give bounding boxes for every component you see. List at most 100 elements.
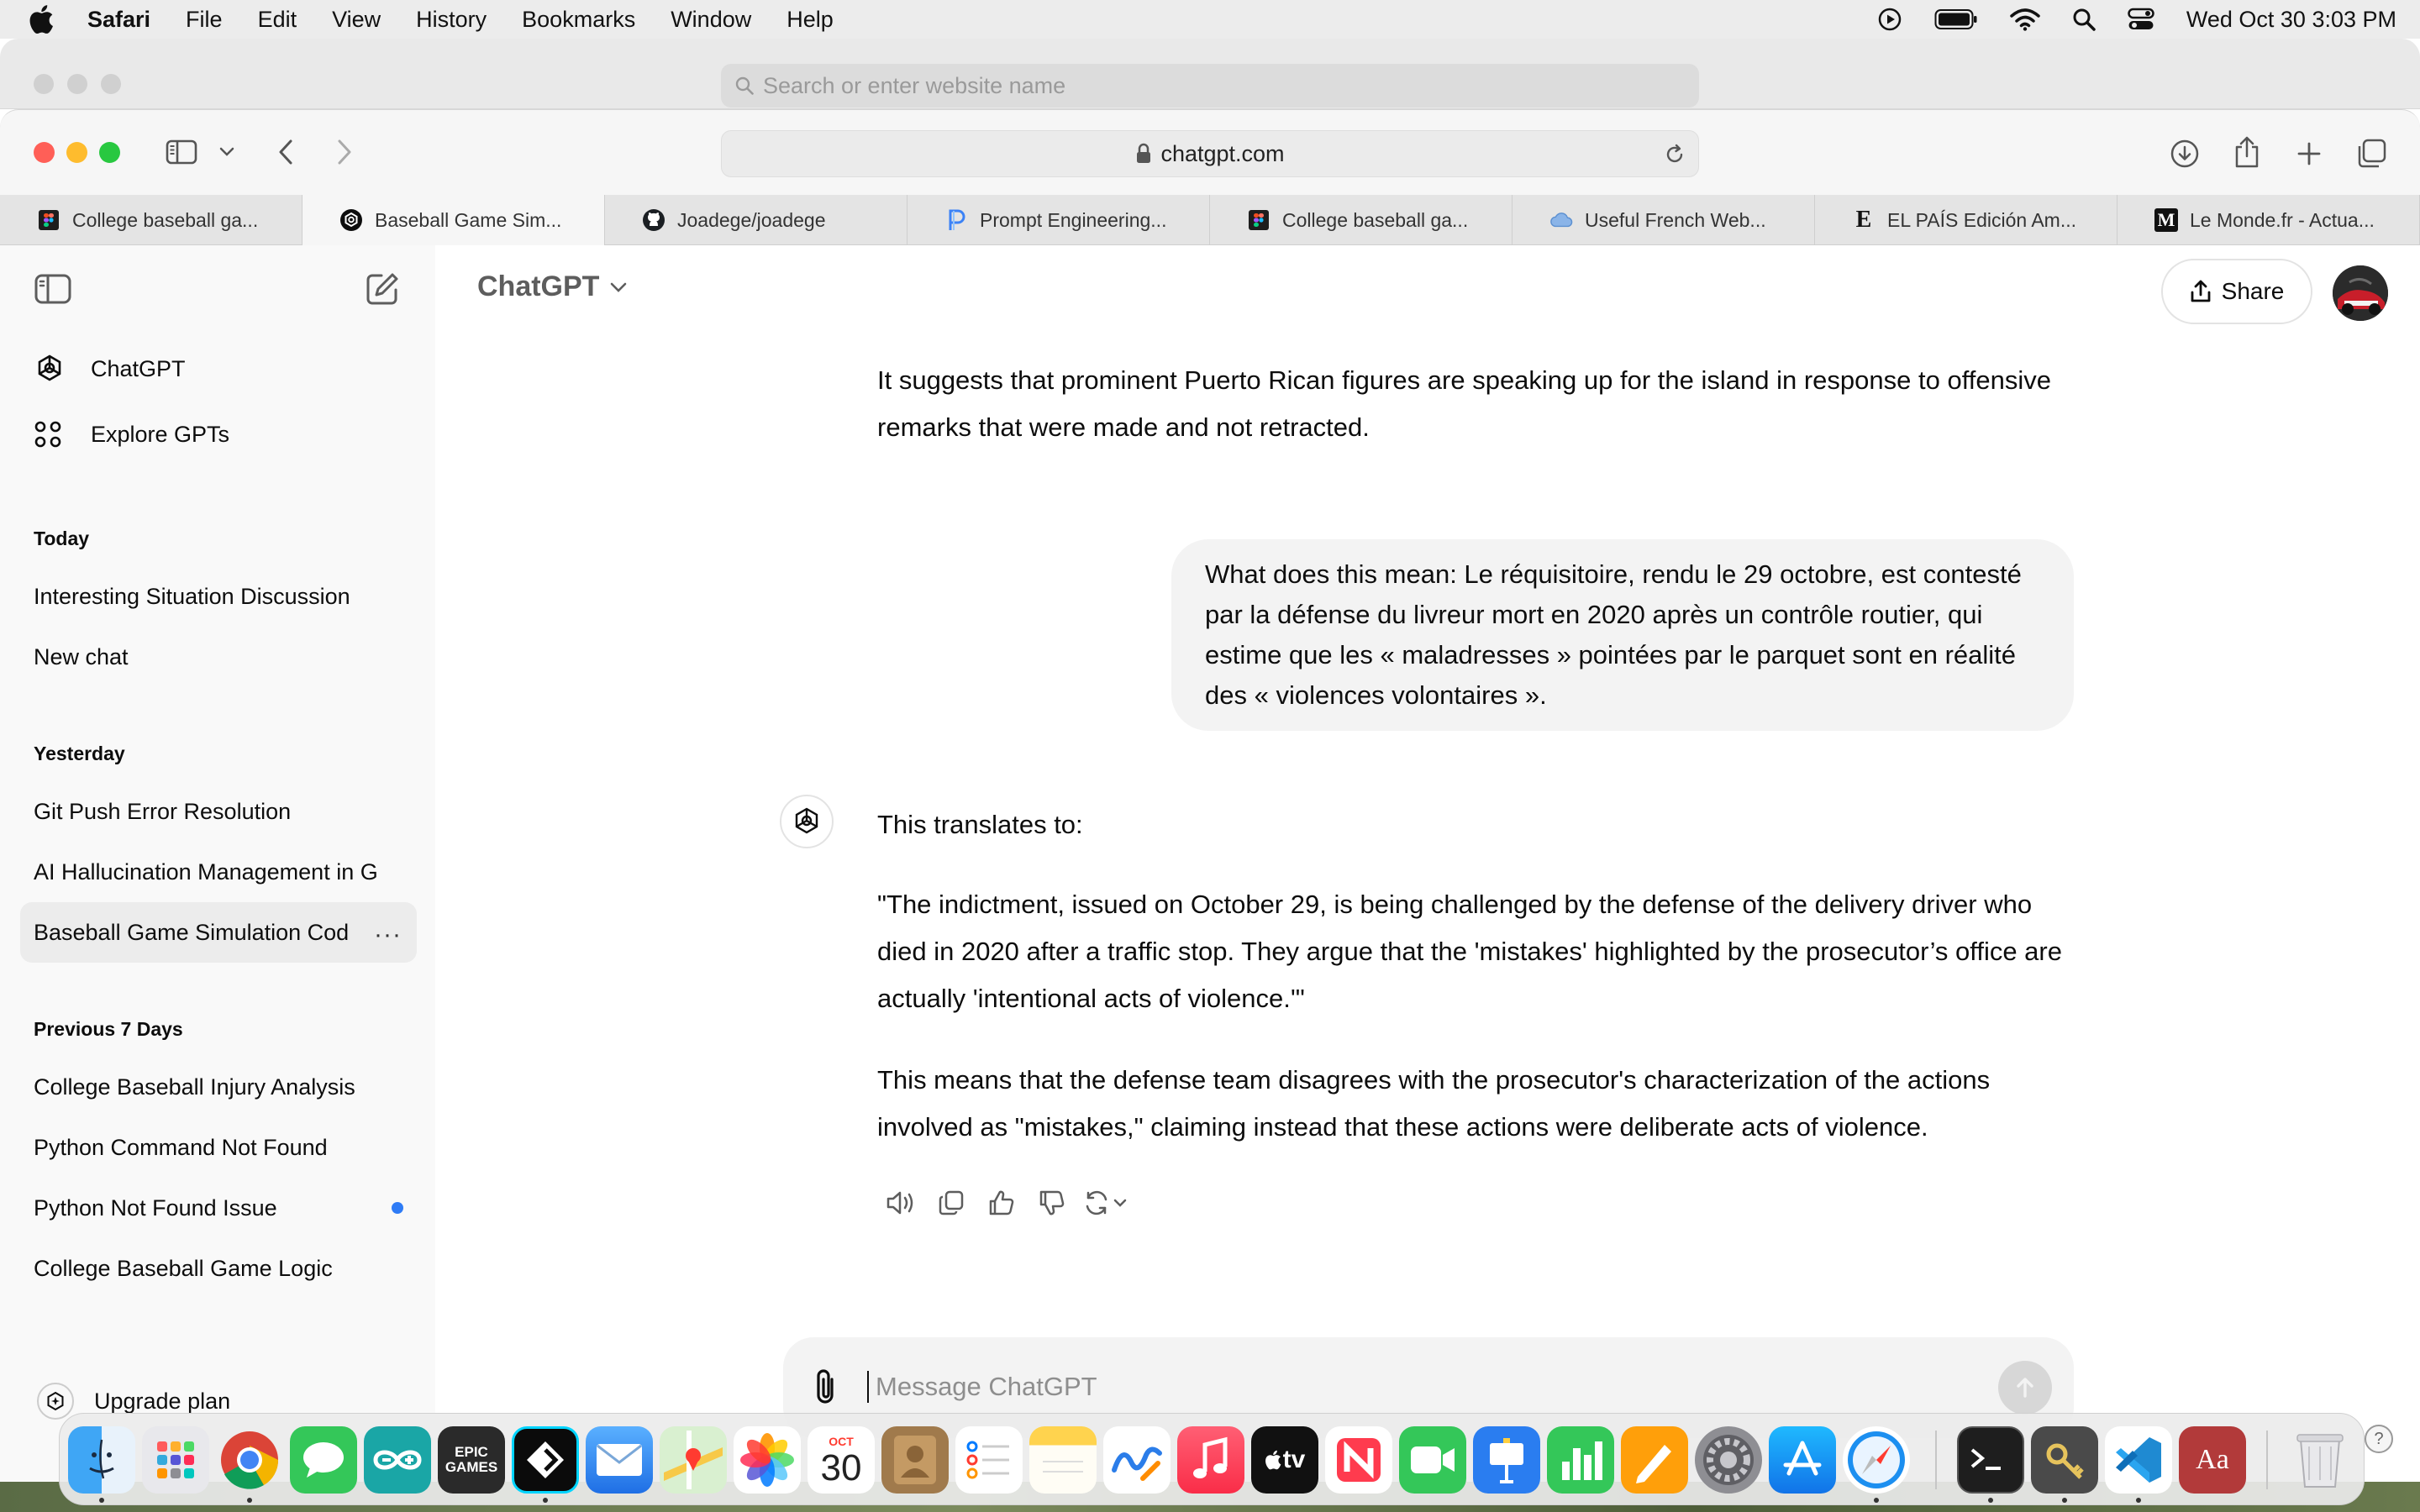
finder-icon[interactable] <box>68 1426 135 1494</box>
notes-icon[interactable] <box>1029 1426 1097 1494</box>
close-sidebar-icon[interactable] <box>32 270 74 307</box>
apple-menu-icon[interactable] <box>29 5 67 34</box>
zoom-window-icon[interactable] <box>99 142 120 163</box>
share-page-icon[interactable] <box>2228 132 2265 172</box>
model-selector[interactable]: ChatGPT <box>477 270 628 303</box>
tab-baseball-game-sim[interactable]: Baseball Game Sim... <box>302 195 605 245</box>
arduino-icon[interactable] <box>364 1426 431 1494</box>
apple-tv-icon[interactable]: tv <box>1251 1426 1318 1494</box>
trash-icon[interactable] <box>2286 1426 2354 1494</box>
spotlight-search-icon[interactable] <box>2072 8 2096 31</box>
numbers-icon[interactable] <box>1547 1426 1614 1494</box>
safari-icon[interactable] <box>1843 1426 1910 1494</box>
thumbs-up-icon[interactable] <box>976 1179 1027 1226</box>
keynote-icon[interactable] <box>1473 1426 1540 1494</box>
tab-college-baseball-1[interactable]: College baseball ga... <box>0 195 302 245</box>
attach-paperclip-icon[interactable] <box>812 1368 840 1410</box>
battery-icon[interactable] <box>1934 8 1978 30</box>
reload-icon[interactable] <box>1663 143 1686 172</box>
contacts-icon[interactable] <box>881 1426 949 1494</box>
menu-bar: Safari File Edit View History Bookmarks … <box>0 0 2420 39</box>
sidebar-nav-label: ChatGPT <box>91 355 186 381</box>
regenerate-icon[interactable] <box>1077 1179 1136 1226</box>
vscode-icon[interactable] <box>2105 1426 2172 1494</box>
freeform-icon[interactable] <box>1103 1426 1171 1494</box>
music-icon[interactable] <box>1177 1426 1244 1494</box>
chat-item-active[interactable]: Baseball Game Simulation Cod ··· <box>20 902 417 963</box>
app-store-icon[interactable] <box>1769 1426 1836 1494</box>
menu-history[interactable]: History <box>416 7 487 33</box>
copy-icon[interactable] <box>926 1179 976 1226</box>
menu-clock[interactable]: Wed Oct 30 3:03 PM <box>2186 7 2396 33</box>
facetime-icon[interactable] <box>1399 1426 1466 1494</box>
tab-el-pais[interactable]: E EL PAÍS Edición Am... <box>1815 195 2118 245</box>
tab-overview-icon[interactable] <box>2353 135 2390 172</box>
share-button[interactable]: Share <box>2161 259 2312 324</box>
chat-item[interactable]: Interesting Situation Discussion <box>20 566 417 627</box>
minimize-window-icon[interactable] <box>66 142 87 163</box>
read-aloud-icon[interactable] <box>876 1179 926 1226</box>
dictionary-icon[interactable]: Aa <box>2179 1426 2246 1494</box>
send-button[interactable] <box>1998 1361 2052 1415</box>
vectorworks-icon[interactable] <box>512 1426 579 1494</box>
user-avatar[interactable] <box>2333 265 2388 321</box>
tab-label: Baseball Game Sim... <box>375 208 562 231</box>
sidebar-nav-chatgpt[interactable]: ChatGPT <box>34 353 186 385</box>
menu-view[interactable]: View <box>332 7 381 33</box>
media-play-icon[interactable] <box>1877 7 1902 32</box>
background-search-field[interactable]: Search or enter website name <box>721 64 1699 108</box>
messages-icon[interactable] <box>290 1426 357 1494</box>
chat-item[interactable]: New chat <box>20 627 417 687</box>
mail-icon[interactable] <box>586 1426 653 1494</box>
close-window-icon[interactable] <box>34 142 55 163</box>
chat-item-label: Git Push Error Resolution <box>34 798 292 824</box>
chat-item[interactable]: AI Hallucination Management in G <box>20 842 417 902</box>
menu-window[interactable]: Window <box>671 7 751 33</box>
chrome-icon[interactable] <box>216 1426 283 1494</box>
sidebar-nav-explore-gpts[interactable]: Explore GPTs <box>34 420 229 449</box>
maps-icon[interactable] <box>660 1426 727 1494</box>
help-icon[interactable]: ? <box>2365 1425 2393 1453</box>
menu-bookmarks[interactable]: Bookmarks <box>522 7 635 33</box>
pages-icon[interactable] <box>1621 1426 1688 1494</box>
calendar-icon[interactable]: OCT 30 <box>808 1426 875 1494</box>
news-icon[interactable] <box>1325 1426 1392 1494</box>
chat-item[interactable]: Python Not Found Issue <box>20 1178 417 1238</box>
tab-le-monde[interactable]: M Le Monde.fr - Actua... <box>2118 195 2420 245</box>
openai-logo-icon <box>34 353 74 385</box>
menu-help[interactable]: Help <box>786 7 834 33</box>
launchpad-icon[interactable] <box>142 1426 209 1494</box>
address-bar[interactable]: chatgpt.com <box>721 130 1699 177</box>
reminders-icon[interactable] <box>955 1426 1023 1494</box>
chat-item[interactable]: College Baseball Injury Analysis <box>20 1057 417 1117</box>
thumbs-down-icon[interactable] <box>1027 1179 1077 1226</box>
control-center-icon[interactable] <box>2128 8 2154 31</box>
terminal-icon[interactable] <box>1957 1426 2024 1494</box>
tab-useful-french[interactable]: Useful French Web... <box>1512 195 1815 245</box>
sidebar-chevron-down-icon[interactable] <box>215 139 239 165</box>
forward-icon[interactable] <box>328 135 361 169</box>
terminal-running-dot <box>1988 1498 1993 1503</box>
chat-item[interactable]: College Baseball Game Logic <box>20 1238 417 1299</box>
new-chat-icon[interactable] <box>361 269 403 309</box>
tab-prompt-engineering[interactable]: Prompt Engineering... <box>908 195 1210 245</box>
photos-icon[interactable] <box>734 1426 801 1494</box>
tab-college-baseball-2[interactable]: College baseball ga... <box>1210 195 1512 245</box>
keychain-access-icon[interactable] <box>2031 1426 2098 1494</box>
menu-file[interactable]: File <box>186 7 223 33</box>
message-input[interactable]: Message ChatGPT <box>867 1371 1097 1403</box>
epic-games-icon[interactable]: EPIC GAMES <box>438 1426 505 1494</box>
menu-edit[interactable]: Edit <box>258 7 297 33</box>
system-settings-icon[interactable] <box>1695 1426 1762 1494</box>
downloads-icon[interactable] <box>2166 135 2203 172</box>
chat-item[interactable]: Git Push Error Resolution <box>20 781 417 842</box>
chat-options-icon[interactable]: ··· <box>374 921 402 949</box>
menu-app-name[interactable]: Safari <box>87 7 150 33</box>
chat-item[interactable]: Python Command Not Found <box>20 1117 417 1178</box>
back-icon[interactable] <box>269 135 302 169</box>
sidebar-toggle-icon[interactable] <box>163 135 200 169</box>
tab-label: Useful French Web... <box>1585 208 1766 231</box>
wifi-icon[interactable] <box>2010 8 2040 31</box>
new-tab-icon[interactable] <box>2291 135 2328 172</box>
tab-joadege-github[interactable]: Joadege/joadege <box>605 195 908 245</box>
